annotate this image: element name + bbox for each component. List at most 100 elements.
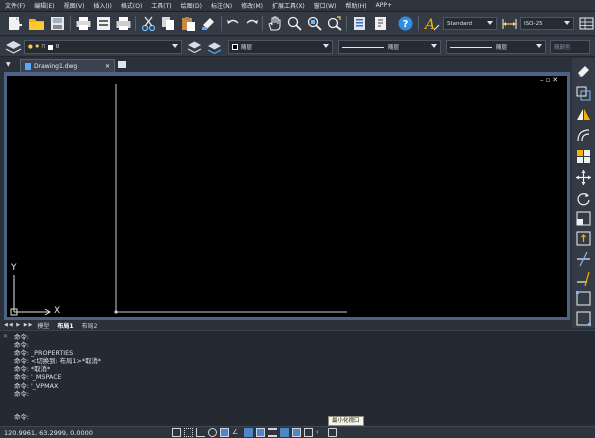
join-icon[interactable] [575, 310, 592, 327]
chevron-down-icon [487, 21, 493, 25]
object-snap-tracking-icon[interactable]: ∠ [232, 428, 241, 437]
open-folder-icon[interactable] [28, 15, 45, 32]
text-style-icon[interactable]: A [423, 15, 440, 32]
table-style-icon[interactable] [578, 15, 595, 32]
ucs-x-label: X [54, 306, 61, 316]
selection-cycling-icon[interactable] [292, 428, 301, 437]
svg-text:A: A [423, 17, 435, 32]
quick-properties-icon[interactable] [280, 428, 289, 437]
menu-draw[interactable]: 绘图(D) [181, 1, 202, 10]
tooltip: 最小化视口 [328, 416, 364, 426]
color-select[interactable]: 随层 [228, 40, 333, 54]
plot-icon[interactable] [115, 15, 132, 32]
menu-window[interactable]: 窗口(W) [314, 1, 337, 10]
menu-insert[interactable]: 插入(I) [93, 1, 111, 10]
print-icon[interactable] [75, 15, 92, 32]
dimension-style-icon[interactable] [501, 15, 518, 32]
new-tab-icon[interactable] [118, 61, 126, 68]
zoom-window-icon[interactable] [306, 15, 323, 32]
layer-manager-icon[interactable] [5, 39, 22, 56]
dimension-style-select[interactable]: ISO-25 [520, 17, 574, 30]
menu-app[interactable]: APP+ [376, 2, 392, 9]
lineweight-preview [450, 46, 492, 48]
linetype-value: 随层 [388, 45, 400, 51]
zoom-realtime-icon[interactable] [286, 15, 303, 32]
erase-icon[interactable] [575, 62, 592, 79]
tab-layout1[interactable]: 布局1 [57, 321, 73, 330]
paste-icon[interactable] [180, 15, 197, 32]
trim-icon[interactable] [575, 250, 592, 267]
menu-edit[interactable]: 编辑(E) [34, 1, 54, 10]
cut-icon[interactable] [140, 15, 157, 32]
ucs-y-label: Y [11, 263, 17, 273]
tab-model[interactable]: 模型 [37, 321, 49, 330]
menu-dimension[interactable]: 标注(N) [211, 1, 232, 10]
pan-hand-icon[interactable] [266, 15, 283, 32]
toolbar-separator [346, 16, 347, 31]
annotation-scale-icon[interactable] [304, 428, 313, 437]
navigate-left-icon[interactable]: ‹ [316, 428, 325, 437]
object-snap-icon[interactable] [220, 428, 229, 437]
modify-toolbar [572, 58, 595, 328]
offset-icon[interactable] [575, 127, 592, 144]
command-window-grip-icon[interactable]: ✕ [3, 333, 8, 340]
properties-palette-icon[interactable] [351, 15, 368, 32]
grip-point[interactable] [114, 310, 118, 314]
extend-icon[interactable] [575, 270, 592, 287]
close-tab-icon[interactable]: ✕ [105, 63, 110, 70]
maximize-viewport-icon[interactable] [328, 428, 337, 437]
linetype-select[interactable]: 随层 [338, 40, 441, 54]
array-icon[interactable] [575, 148, 592, 165]
break-icon[interactable] [575, 290, 592, 307]
dynamic-ucs-icon[interactable] [244, 428, 253, 437]
save-icon[interactable] [49, 15, 66, 32]
match-properties-icon[interactable] [200, 15, 217, 32]
status-bar: 120.9961, 63.2999, 0.0000 ∠ ‹ [0, 426, 595, 438]
document-tab[interactable]: Drawing1.dwg ✕ [20, 59, 115, 72]
drawing-canvas[interactable]: Y X –▫✕ [7, 76, 567, 317]
scale-icon[interactable] [575, 210, 592, 227]
text-style-select[interactable]: Standard [443, 17, 497, 30]
ortho-mode-icon[interactable] [196, 428, 205, 437]
menu-file[interactable]: 文件(F) [5, 1, 25, 10]
redo-icon[interactable] [243, 15, 260, 32]
menu-modify[interactable]: 修改(M) [241, 1, 263, 10]
dynamic-input-icon[interactable] [256, 428, 265, 437]
menu-extended-tools[interactable]: 扩展工具(X) [272, 1, 305, 10]
zoom-previous-icon[interactable] [326, 15, 343, 32]
layer-select[interactable]: ● ✹ ⊓ 0 [24, 40, 182, 54]
move-icon[interactable] [575, 169, 592, 186]
toolbar-separator [418, 16, 419, 31]
tab-layout2[interactable]: 布局2 [82, 321, 98, 330]
color-swatch [232, 44, 238, 50]
design-center-icon[interactable] [372, 15, 389, 32]
lineweight-select[interactable]: 随层 [446, 40, 546, 54]
menu-view[interactable]: 视图(V) [64, 1, 85, 10]
rotate-icon[interactable] [575, 190, 592, 207]
layers-properties-toolbar: ● ✹ ⊓ 0 随层 随层 随层 随颜色 [0, 37, 595, 57]
new-file-icon[interactable] [6, 15, 23, 32]
plotstyle-select[interactable]: 随颜色 [550, 40, 590, 54]
tab-menu-icon[interactable]: ▼ [6, 61, 11, 68]
menu-format[interactable]: 格式(O) [121, 1, 142, 10]
command-input[interactable]: 命令: [14, 412, 29, 421]
make-object-layer-current-icon[interactable] [186, 39, 203, 56]
layout-tab-nav-arrows[interactable]: ◀◀ ▶ ▶▶ [4, 322, 33, 328]
undo-icon[interactable] [225, 15, 242, 32]
snap-mode-icon[interactable] [172, 428, 181, 437]
menu-tools[interactable]: 工具(T) [151, 1, 171, 10]
layer-previous-icon[interactable] [206, 39, 223, 56]
print-preview-icon[interactable] [95, 15, 112, 32]
viewport-window-controls[interactable]: –▫✕ [540, 76, 560, 84]
stretch-icon[interactable] [575, 230, 592, 247]
grid-display-icon[interactable] [184, 428, 193, 437]
command-history-line: 命令: *取消* [14, 365, 51, 374]
polar-tracking-icon[interactable] [208, 428, 217, 437]
help-icon[interactable]: ? [397, 15, 414, 32]
lineweight-display-icon[interactable] [268, 428, 277, 437]
chevron-down-icon [172, 44, 178, 48]
copy-object-icon[interactable] [575, 85, 592, 102]
menu-help[interactable]: 帮助(H) [345, 1, 366, 10]
mirror-icon[interactable] [575, 106, 592, 123]
copy-icon[interactable] [160, 15, 177, 32]
